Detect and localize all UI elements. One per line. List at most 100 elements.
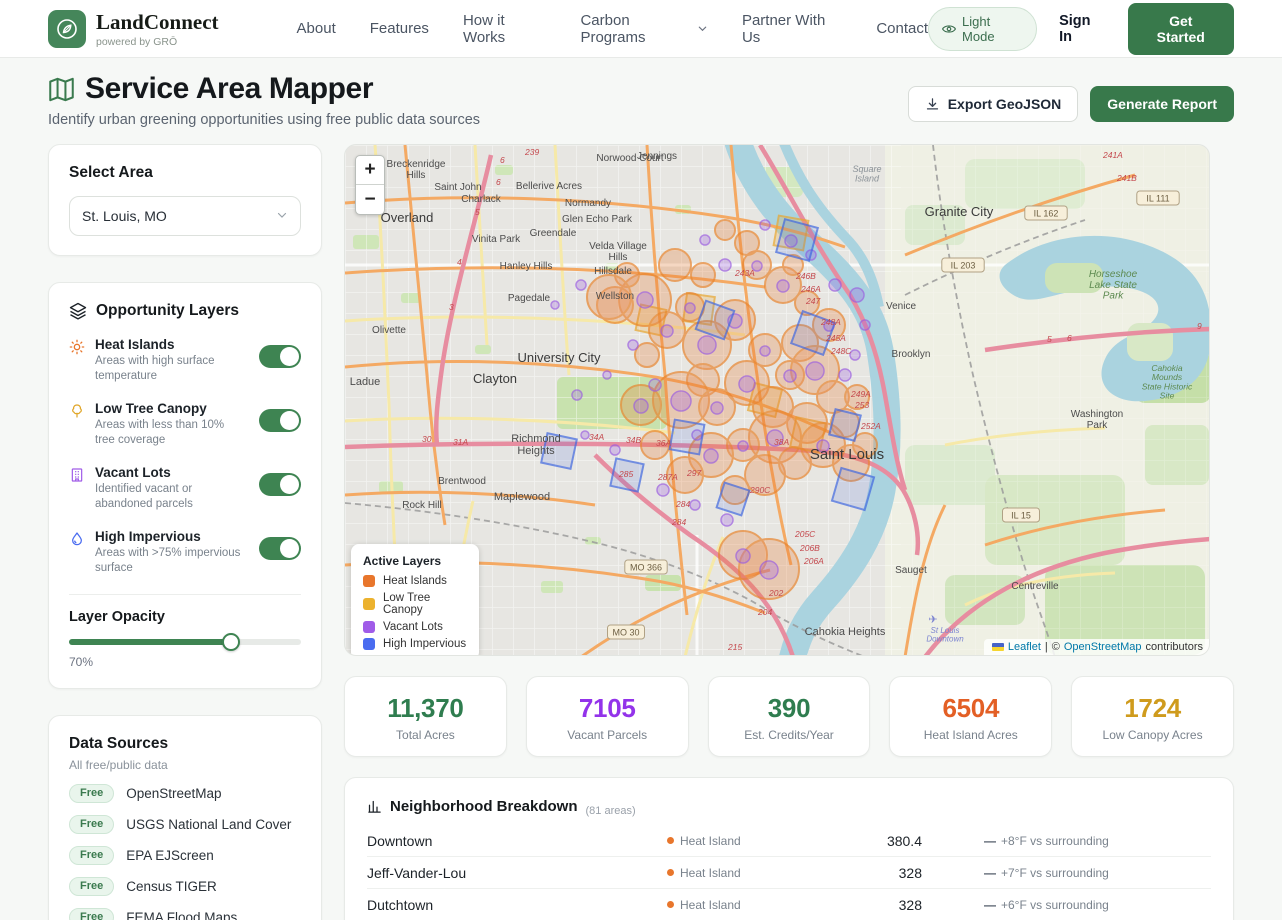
ukraine-flag-icon — [992, 643, 1004, 651]
heat-island-marker[interactable] — [659, 249, 691, 281]
stat-label: Total Acres — [355, 728, 496, 742]
sign-in-link[interactable]: Sign In — [1059, 13, 1105, 45]
vacant-lot-marker[interactable] — [572, 390, 582, 400]
heat-island-marker[interactable] — [735, 231, 759, 255]
vacant-lot-marker[interactable] — [603, 371, 611, 379]
vacant-lot-marker[interactable] — [711, 402, 723, 414]
slider-fill — [69, 639, 231, 645]
map-canvas[interactable]: IL 162IL 111IL 203IL 15MO 366MO 30 23924… — [344, 144, 1210, 656]
nav-item-how-it-works[interactable]: How it Works — [463, 12, 547, 46]
high-impervious-marker[interactable] — [776, 219, 818, 261]
high-impervious-marker[interactable] — [829, 409, 861, 441]
vacant-lot-marker[interactable] — [685, 303, 695, 313]
nav-item-contact[interactable]: Contact — [876, 20, 928, 37]
brand-name: LandConnect — [96, 10, 219, 35]
slider-knob[interactable] — [222, 633, 240, 651]
route-badge: IL 203 — [942, 258, 984, 272]
layer-type-label: Heat Island — [680, 898, 741, 912]
vacant-lot-marker[interactable] — [860, 320, 870, 330]
vacant-lot-marker[interactable] — [739, 376, 755, 392]
vacant-lot-marker[interactable] — [760, 346, 770, 356]
vacant-lot-marker[interactable] — [817, 440, 829, 452]
export-geojson-button[interactable]: Export GeoJSON — [908, 86, 1079, 122]
vacant-lot-marker[interactable] — [738, 441, 748, 451]
brand[interactable]: LandConnect powered by GRŌ — [48, 10, 219, 48]
droplet-icon — [69, 531, 87, 576]
layer-opacity-slider[interactable] — [69, 639, 301, 645]
road-ref-label: 6 — [496, 177, 501, 187]
legend-label: Low Tree Canopy — [383, 592, 467, 616]
vacant-lot-marker[interactable] — [760, 561, 778, 579]
vacant-lot-marker[interactable] — [850, 288, 864, 302]
heat-island-marker[interactable] — [715, 220, 735, 240]
legend-label: Vacant Lots — [383, 621, 443, 633]
layer-toggle-high-impervious[interactable] — [259, 537, 301, 560]
vacant-lot-marker[interactable] — [637, 292, 653, 308]
vacant-lot-marker[interactable] — [576, 280, 586, 290]
vacant-lot-marker[interactable] — [661, 325, 673, 337]
heat-island-marker[interactable] — [587, 275, 631, 319]
layer-toggle-vacant-lots[interactable] — [259, 473, 301, 496]
breakdown-areas-note: (81 areas) — [586, 805, 636, 817]
road-ref-label: 252A — [860, 421, 881, 431]
vacant-lot-marker[interactable] — [700, 235, 710, 245]
trend-dash-icon: — — [984, 834, 996, 848]
vacant-lot-marker[interactable] — [829, 279, 841, 291]
vacant-lot-marker[interactable] — [690, 500, 700, 510]
heat-island-dot — [667, 837, 674, 844]
zoom-controls: + − — [355, 155, 385, 215]
high-impervious-marker[interactable] — [541, 433, 577, 469]
layer-type-cell: Heat Island — [667, 898, 862, 912]
stat-label: Heat Island Acres — [900, 728, 1041, 742]
nav-item-about[interactable]: About — [297, 20, 336, 37]
stat-label: Est. Credits/Year — [719, 728, 860, 742]
zoom-out-button[interactable]: − — [356, 185, 384, 214]
vacant-lot-marker[interactable] — [806, 362, 824, 380]
get-started-button[interactable]: Get Started — [1128, 3, 1235, 55]
vacant-lot-marker[interactable] — [551, 301, 559, 309]
vacant-lot-marker[interactable] — [850, 350, 860, 360]
vacant-lot-marker[interactable] — [610, 445, 620, 455]
select-area-card: Select Area St. Louis, MO — [48, 144, 322, 256]
heat-island-marker[interactable] — [635, 343, 659, 367]
vacant-lot-marker[interactable] — [634, 399, 648, 413]
zoom-in-button[interactable]: + — [356, 156, 384, 185]
vacant-lot-marker[interactable] — [698, 336, 716, 354]
generate-report-button[interactable]: Generate Report — [1090, 86, 1234, 122]
light-mode-toggle[interactable]: Light Mode — [928, 7, 1037, 51]
vacant-lot-marker[interactable] — [671, 391, 691, 411]
vacant-lot-marker[interactable] — [649, 379, 661, 391]
vacant-lot-marker[interactable] — [736, 549, 750, 563]
vacant-lot-marker[interactable] — [760, 220, 770, 230]
vacant-lot-marker[interactable] — [704, 449, 718, 463]
route-badge: IL 15 — [1003, 508, 1040, 522]
heat-island-marker[interactable] — [691, 263, 715, 287]
area-select[interactable]: St. Louis, MO — [69, 196, 301, 236]
table-row: Jeff-Vander-LouHeat Island328—+7°F vs su… — [367, 857, 1211, 889]
vacant-lot-marker[interactable] — [657, 484, 669, 496]
breakdown-title: Neighborhood Breakdown — [390, 798, 578, 815]
vacant-lot-marker[interactable] — [839, 369, 851, 381]
vacant-lot-marker[interactable] — [784, 370, 796, 382]
route-badge: IL 162 — [1025, 206, 1067, 220]
nav-item-carbon-programs[interactable]: Carbon Programs — [580, 12, 707, 46]
layer-toggle-heat-islands[interactable] — [259, 345, 301, 368]
road-ref-label: 241B — [1116, 173, 1137, 183]
layer-row-heat-islands: Heat IslandsAreas with high surface temp… — [69, 337, 301, 384]
free-badge: Free — [69, 877, 114, 896]
vacant-lot-marker[interactable] — [719, 259, 731, 271]
vacant-lot-marker[interactable] — [777, 280, 789, 292]
vacant-lot-marker[interactable] — [628, 340, 638, 350]
nav-item-features[interactable]: Features — [370, 20, 429, 37]
layer-toggle-low-tree-canopy[interactable] — [259, 409, 301, 432]
vacant-lot-marker[interactable] — [721, 514, 733, 526]
leaflet-link[interactable]: Leaflet — [1008, 641, 1041, 653]
heat-island-marker[interactable] — [853, 433, 877, 457]
acres-value: 380.4 — [862, 833, 922, 849]
high-impervious-marker[interactable] — [670, 420, 705, 455]
road-ref-label: 3 — [449, 302, 454, 312]
vacant-lot-marker[interactable] — [581, 431, 589, 439]
nav-item-partner-with-us[interactable]: Partner With Us — [742, 12, 842, 46]
osm-link[interactable]: OpenStreetMap — [1064, 641, 1142, 653]
road-ref-label: 202 — [768, 588, 783, 598]
